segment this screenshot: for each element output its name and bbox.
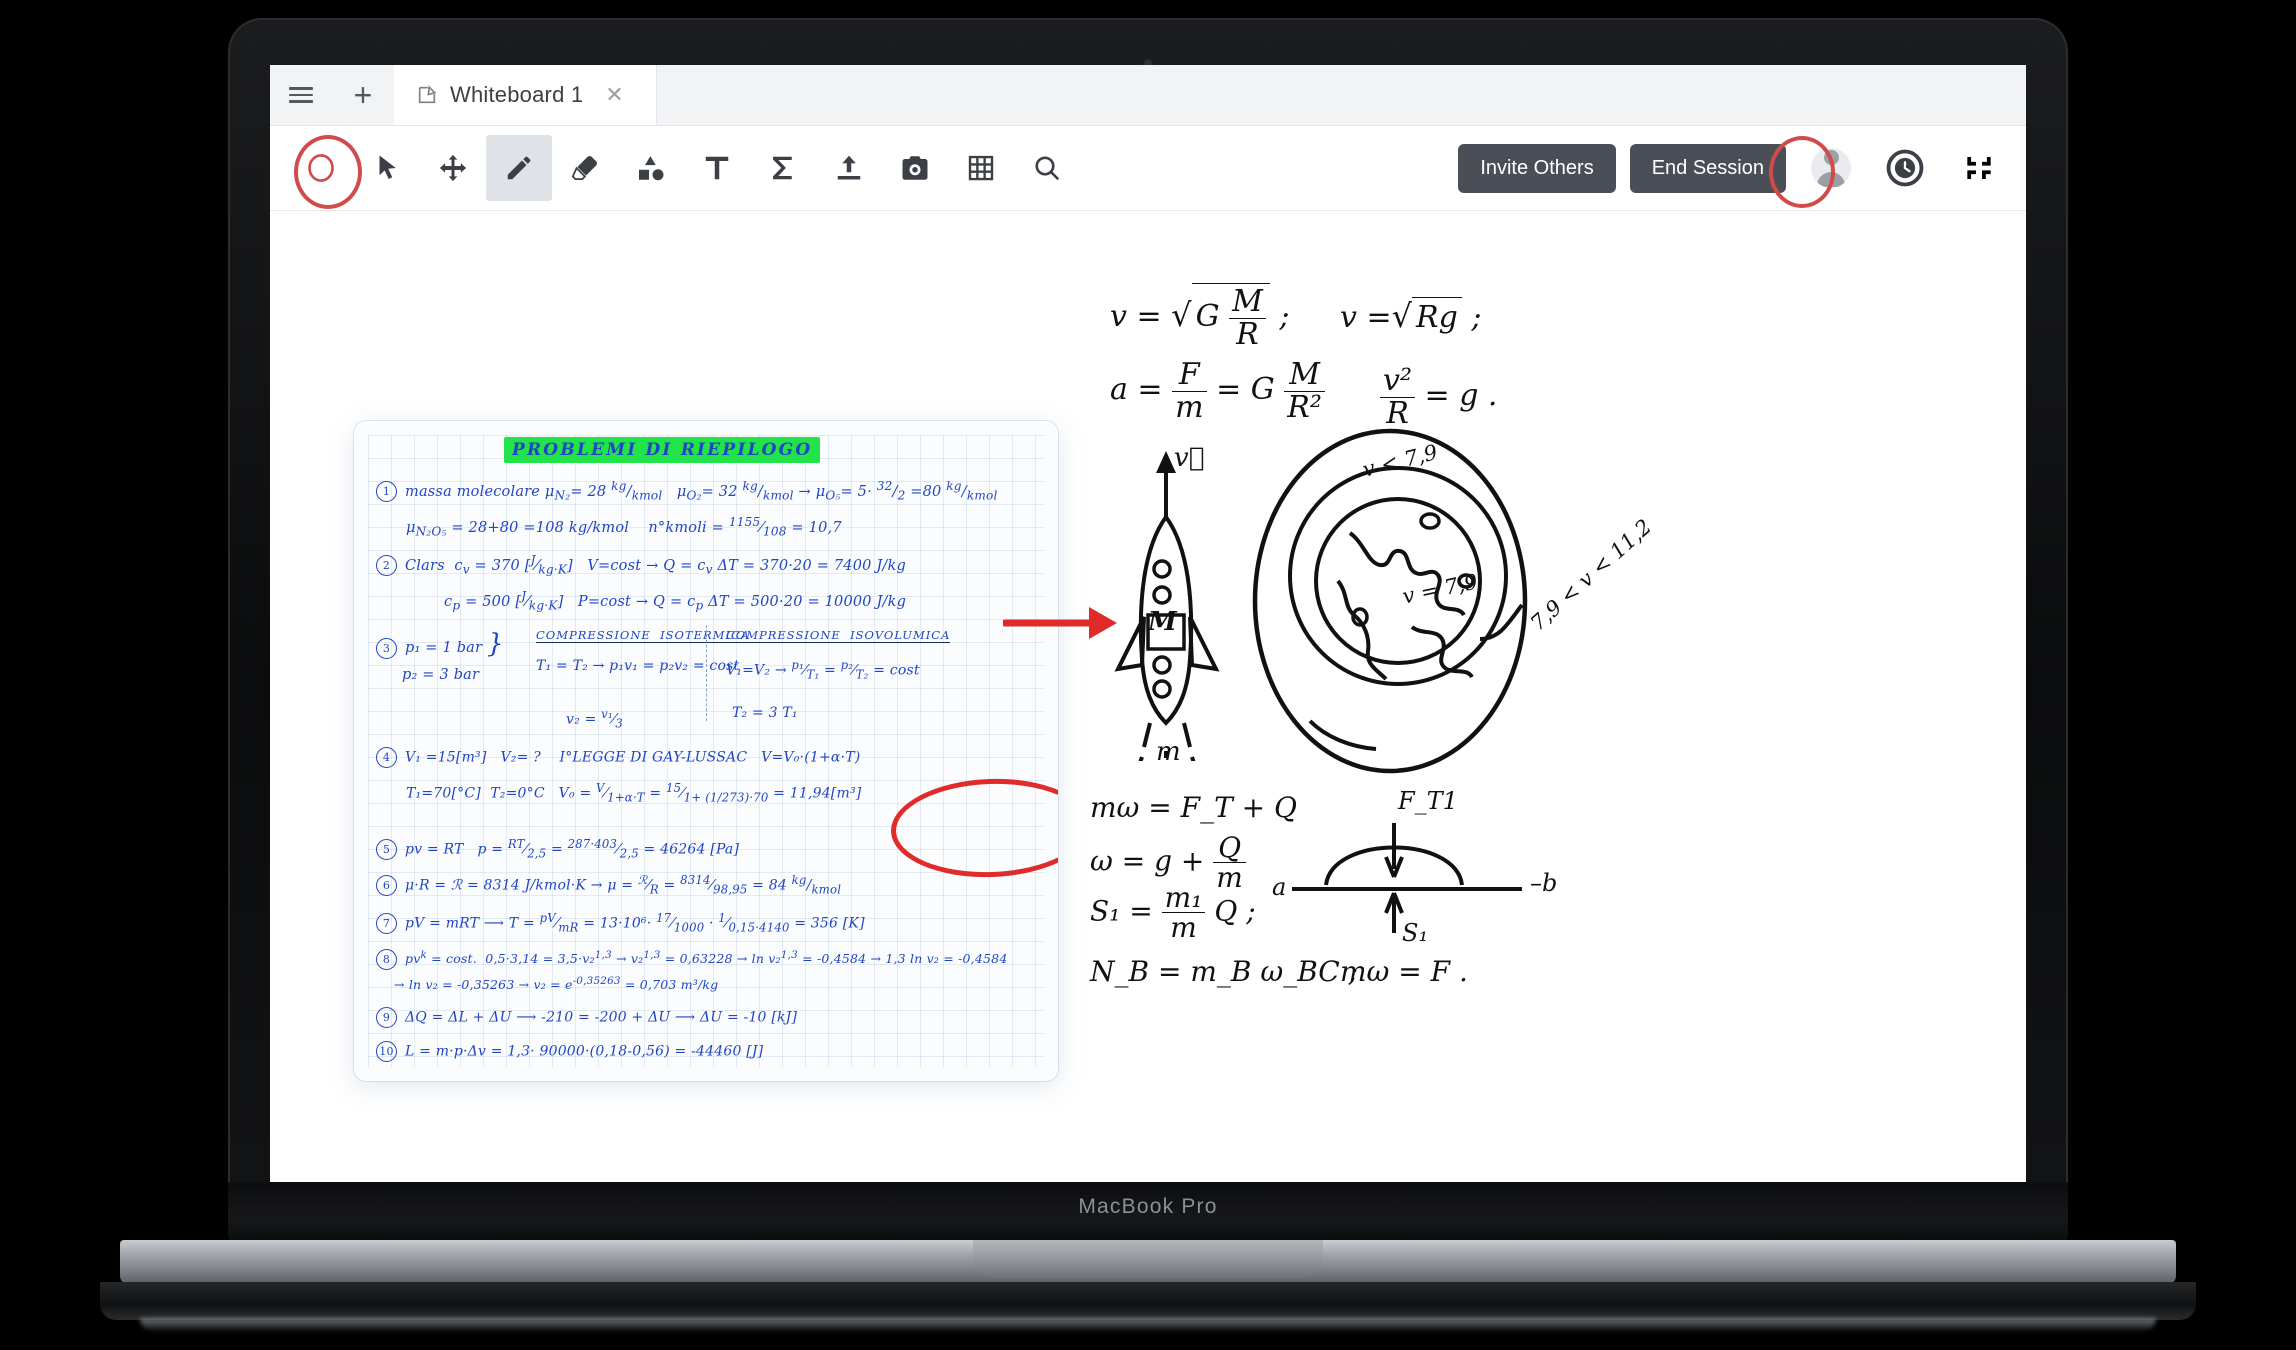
- force-label-bottom: S₁: [1402, 919, 1429, 947]
- notes-title-highlight: PROBLEMI DI RIEPILOGO: [504, 437, 821, 463]
- magnifier-icon: [1035, 156, 1060, 181]
- notes-line: 7 pV = mRT ⟶ T = pV⁄mR = 13·10⁶· 17⁄1000 …: [376, 911, 865, 934]
- sketch-formula: v² R = g .: [1380, 365, 1497, 429]
- invite-others-button[interactable]: Invite Others: [1458, 143, 1616, 193]
- whiteboard-canvas[interactable]: PROBLEMI DI RIEPILOGO 1 massa molecolare …: [270, 211, 2026, 1182]
- zoom-search-tool[interactable]: [1014, 135, 1080, 201]
- notes-line: T₁=70[°C] T₂=0°C V₀ = V⁄1+α·T = 15⁄1+ (1…: [406, 781, 862, 805]
- sketch-formula: a = Fm = G M R²: [1110, 359, 1325, 423]
- notes-line: 10 L = m·p·Δv = 1,3· 90000·(0,18-0,56) = …: [376, 1041, 763, 1062]
- upload-tool[interactable]: [816, 135, 882, 201]
- physics-sketch[interactable]: v = √ G MR ; v =√ Rg ; a = Fm = G M R² v² R …: [1090, 271, 1970, 988]
- collapse-arrows-icon: [1967, 157, 1991, 179]
- grid-tool[interactable]: [948, 135, 1014, 201]
- end-session-button[interactable]: End Session: [1629, 143, 1786, 193]
- camera-tool[interactable]: [882, 135, 948, 201]
- rocket-drawing: [1114, 451, 1220, 761]
- device-model-label: MacBook Pro: [1078, 1195, 1218, 1218]
- pencil-icon: [507, 156, 531, 180]
- rocket-velocity-label: v⃗: [1174, 443, 1205, 473]
- plus-icon: +: [353, 77, 373, 113]
- sketch-formula: N_B = m_B ω_BC ;: [1090, 955, 1359, 988]
- select-tool[interactable]: [354, 135, 420, 201]
- laptop-screen: + Whiteboard 1 ✕ Invite Others End Sessi…: [270, 65, 2026, 1182]
- sketch-formula: mω = F_T + Q: [1090, 791, 1297, 824]
- notes-line: T₁ = T₂ → p₁v₁ = p₂v₂ = cost: [536, 658, 740, 674]
- grid-icon: [968, 155, 994, 181]
- notes-divider: [706, 625, 707, 721]
- circle-outline-icon: [308, 154, 334, 182]
- notes-line: 9 ΔQ = ΔL + ΔU ⟶ -210 = -200 + ΔU ⟶ ΔU = …: [376, 1007, 797, 1028]
- hamburger-icon: [289, 83, 313, 107]
- notes-line: 2 Clars cv = 370 [J⁄kg·K] V=cost → Q = cv…: [376, 553, 906, 577]
- notes-subheading: COMPRESSIONE ISOVOLUMICA: [726, 628, 951, 643]
- point-label-b: –b: [1530, 869, 1558, 897]
- notes-line: V₁=V₂ → p₁⁄T₁ = p₂⁄T₂ = cost: [726, 658, 920, 682]
- laptop-base-front: [100, 1282, 2196, 1320]
- notes-line: 5 pv = RT p = RT⁄2,5 = 287·403⁄2,5 = 4626…: [376, 837, 739, 860]
- force-label-top: F_T1: [1398, 787, 1458, 815]
- equation-tool[interactable]: [750, 135, 816, 201]
- notes-line: 4 V₁ =15[m³] V₂= ? I°LEGGE DI GAY-LUSSAC …: [376, 747, 860, 768]
- account-button[interactable]: [1802, 139, 1860, 197]
- clock-icon: [1886, 149, 1924, 187]
- rocket-mass-label: m: [1156, 737, 1181, 767]
- tab-whiteboard-1[interactable]: Whiteboard 1 ✕: [394, 65, 657, 125]
- shapes-tool[interactable]: [618, 135, 684, 201]
- sketch-formula: mω = F .: [1340, 955, 1468, 988]
- close-icon[interactable]: ✕: [605, 82, 623, 108]
- tab-title: Whiteboard 1: [450, 82, 584, 107]
- sketch-formula: v =√ Rg ;: [1340, 297, 1482, 335]
- user-avatar-icon: [1811, 148, 1851, 188]
- menu-button[interactable]: [270, 65, 332, 125]
- notes-line: 1 massa molecolare μN₂= 28 kg/kmol μO₂= 3…: [376, 479, 998, 503]
- laptop-base-shadow: [140, 1318, 2156, 1332]
- annotation-ellipse-tool[interactable]: [288, 135, 354, 201]
- notes-line: v₂ = v₁⁄3: [566, 707, 623, 731]
- eraser-tool[interactable]: [552, 135, 618, 201]
- collapse-button[interactable]: [1950, 139, 2008, 197]
- notes-line: T₂ = 3 T₁: [732, 705, 798, 721]
- cursor-arrow-icon: [379, 155, 396, 179]
- handwritten-notes-card[interactable]: PROBLEMI DI RIEPILOGO 1 massa molecolare …: [354, 421, 1058, 1081]
- new-tab-button[interactable]: +: [332, 65, 394, 125]
- camera-icon: [902, 156, 928, 180]
- notes-line: 3 p₁ = 1 bar }: [376, 629, 504, 659]
- notes-subheading: COMPRESSIONE ISOTERMICA: [536, 628, 751, 643]
- rocket-body-label: M: [1148, 607, 1177, 637]
- screenshot-stage: + Whiteboard 1 ✕ Invite Others End Sessi…: [0, 0, 2296, 1350]
- notes-line: 6 μ·R = ℛ = 8314 J/kmol·K → μ = ℛ⁄R = 831…: [376, 873, 841, 896]
- notes-line: cp = 500 [J⁄kg·K] P=cost → Q = cp ΔT = 5…: [444, 589, 907, 613]
- text-t-icon: [705, 156, 729, 180]
- history-button[interactable]: [1876, 139, 1934, 197]
- notes-line: p₂ = 3 bar: [402, 667, 480, 683]
- text-tool[interactable]: [684, 135, 750, 201]
- notes-line: 8 pvk = cost. 0,5·3,14 = 3,5·v₂1,3 → v₂1,…: [376, 949, 1007, 971]
- whiteboard-edit-icon: [418, 85, 437, 104]
- move-arrows-icon: [439, 154, 467, 182]
- pen-tool[interactable]: [486, 135, 552, 201]
- pan-move-tool[interactable]: [420, 135, 486, 201]
- toolbar: Invite Others End Session: [270, 126, 2026, 211]
- sigma-icon: [773, 156, 792, 180]
- sketch-formula: v = √ G MR ;: [1110, 283, 1290, 352]
- eraser-icon: [571, 156, 597, 180]
- shapes-icon: [639, 156, 664, 181]
- point-label-a: a: [1272, 873, 1287, 901]
- sketch-formula: S₁ = m₁ m Q ;: [1090, 881, 1256, 945]
- orbit-leader-line: [1479, 603, 1524, 641]
- notes-line: μN₂O₅ = 28+80 =108 kg/kmol n°kmoli = 115…: [406, 515, 842, 539]
- notes-title: PROBLEMI DI RIEPILOGO: [512, 440, 813, 460]
- upload-icon: [837, 155, 861, 180]
- laptop-base-notch: [973, 1240, 1323, 1278]
- tab-bar: + Whiteboard 1 ✕: [270, 65, 2026, 126]
- notes-line: → ln v₂ = -0,35263 → v₂ = e-0,35263 = 0,…: [394, 975, 719, 993]
